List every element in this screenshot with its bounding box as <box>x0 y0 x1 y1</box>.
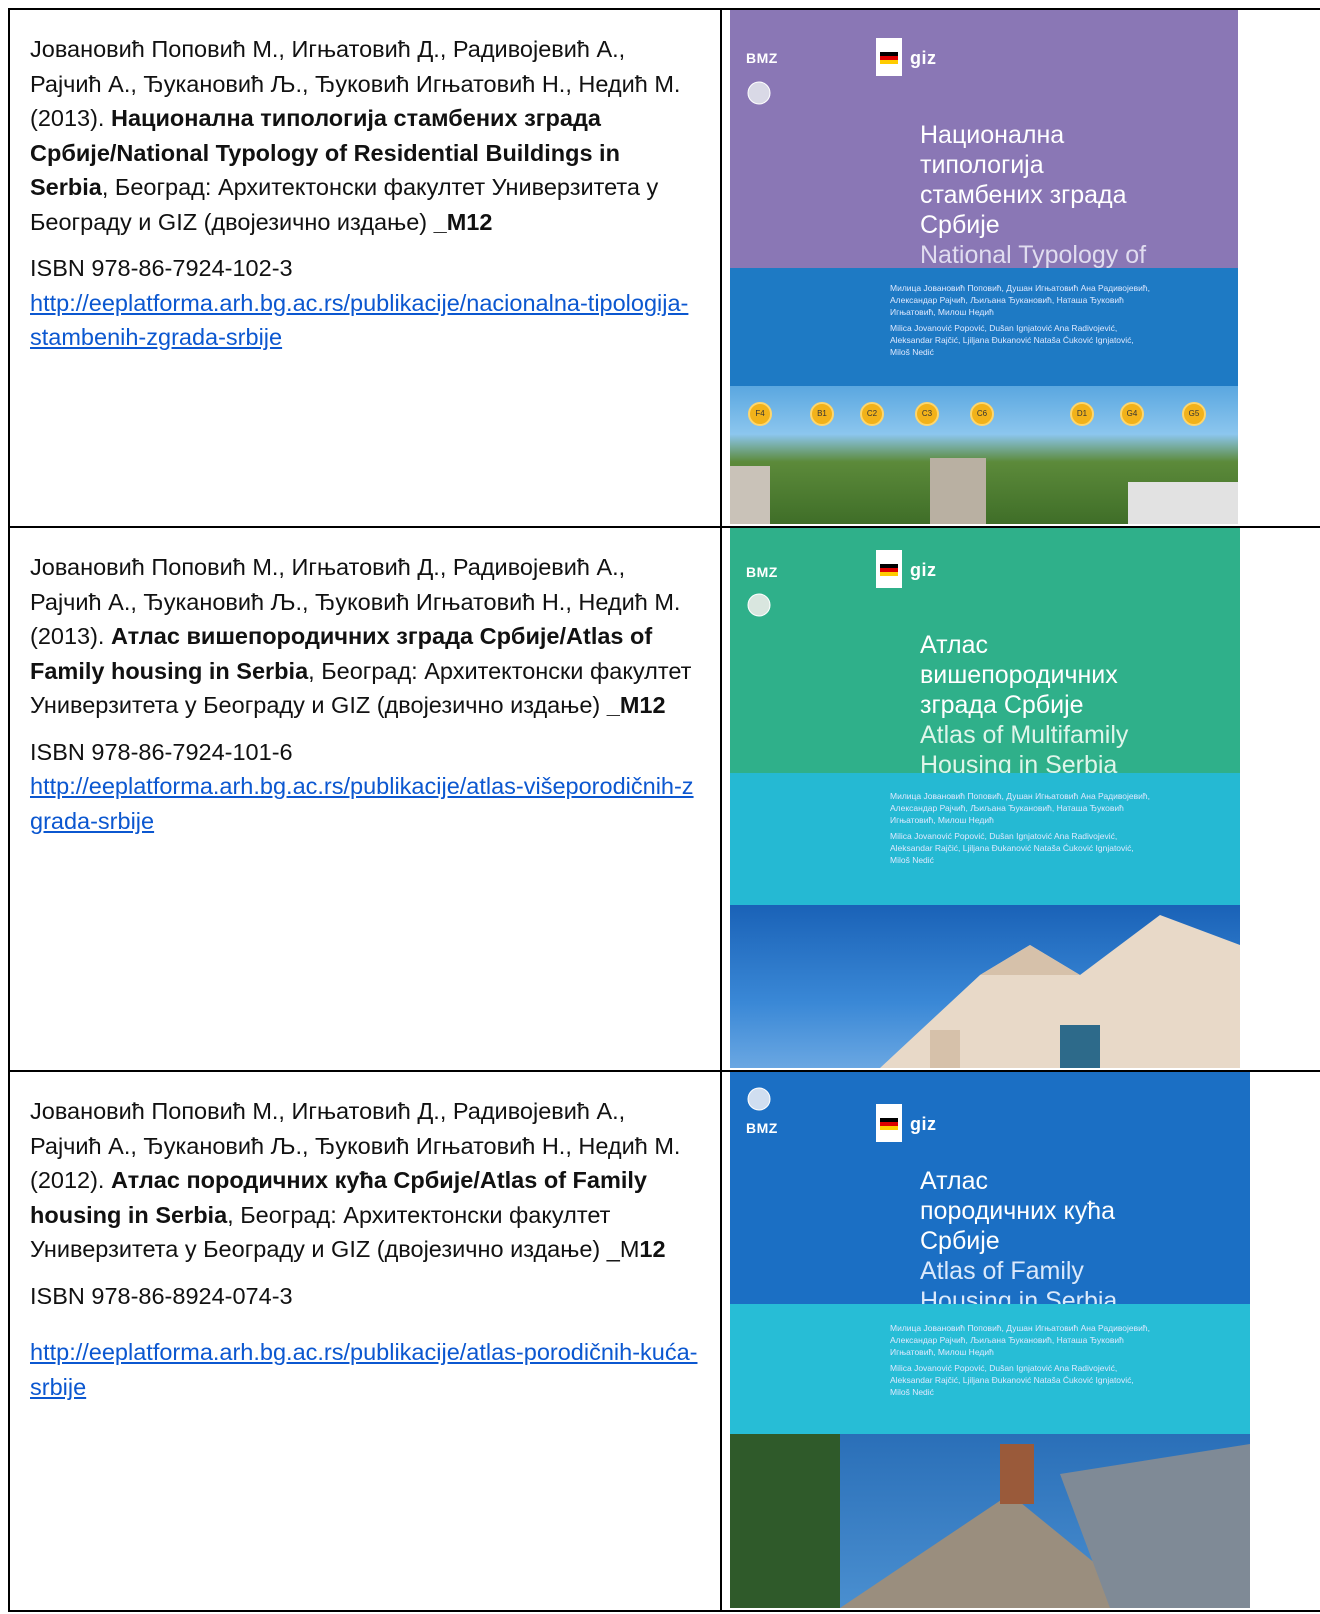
giz-logo: giz <box>910 560 937 580</box>
marker-c6: C6 <box>970 402 994 426</box>
cover-title-sr: Атлас породичних кућа Србије <box>920 1167 1116 1255</box>
cover-authors: Милица Јовановић Поповић, Душан Игњатови… <box>890 282 1150 358</box>
publisher-logos: BMZ giz <box>746 542 1230 617</box>
marker-d1: D1 <box>1070 402 1094 426</box>
table-row: Јовановић Поповић М., Игњатовић Д., Ради… <box>8 1070 1320 1612</box>
cover-title-en: Atlas of Multifamily Housing in Serbia <box>920 721 1129 779</box>
cover-authors: Милица Јовановић Поповић, Душан Игњатови… <box>890 790 1150 866</box>
book-cover: BMZ giz Национална типологија стамбених … <box>730 10 1238 524</box>
isbn: ISBN 978-86-7924-102-3 <box>30 255 293 281</box>
publisher: , Београд: Архитектонски факултет Универ… <box>30 174 659 235</box>
marker-b1: B1 <box>810 402 834 426</box>
book-cover: BMZ giz Атлас вишепородичних зграда Срби… <box>730 528 1240 1068</box>
category-code: _M12 <box>433 208 493 235</box>
bmz-logo: BMZ <box>746 564 778 580</box>
right-building <box>1128 482 1238 524</box>
giz-logo: giz <box>910 48 937 68</box>
cover-title: Атлас породичних кућа Србије Atlas of Fa… <box>920 1166 1120 1316</box>
cover-cell: BMZ giz Атлас породичних кућа Србије Atl… <box>720 1070 1320 1612</box>
cover-authors: Милица Јовановић Поповић, Душан Игњатови… <box>890 1322 1150 1398</box>
marker-c2: C2 <box>860 402 884 426</box>
publication-link[interactable]: http://eeplatforma.arh.bg.ac.rs/publikac… <box>30 773 694 834</box>
cover-authors-lat: Milica Jovanović Popović, Dušan Ignjatov… <box>890 323 1134 357</box>
flag-icon <box>876 38 902 76</box>
table-row: Јовановић Поповић М., Игњатовић Д., Ради… <box>8 526 1320 1072</box>
category-prefix: _M <box>606 1236 640 1262</box>
cover-title-sr: Национална типологија стамбених зграда С… <box>920 121 1127 239</box>
apartment-tower <box>930 458 986 524</box>
cover-cell: BMZ giz Национална типологија стамбених … <box>720 8 1320 528</box>
cover-authors-lat: Milica Jovanović Popović, Dušan Ignjatov… <box>890 1363 1134 1397</box>
publisher-logos: BMZ giz <box>746 24 1228 105</box>
publication-link[interactable]: http://eeplatforma.arh.bg.ac.rs/publikac… <box>30 290 688 351</box>
cover-title: Атлас вишепородичних зграда Србије Atlas… <box>920 630 1170 780</box>
table-row: Јовановић Поповић М., Игњатовић Д., Ради… <box>8 8 1320 528</box>
citation-text: Јовановић Поповић М., Игњатовић Д., Ради… <box>30 1094 700 1267</box>
cover-authors-sr: Милица Јовановић Поповић, Душан Игњатови… <box>890 283 1150 317</box>
seal-icon <box>747 1087 771 1111</box>
left-building <box>730 466 770 524</box>
citation-text: Јовановић Поповић М., Игњатовић Д., Ради… <box>30 32 700 239</box>
cover-authors-lat: Milica Jovanović Popović, Dušan Ignjatov… <box>890 831 1134 865</box>
seal-icon <box>747 593 771 617</box>
book-cover: BMZ giz Атлас породичних кућа Србије Atl… <box>730 1072 1250 1608</box>
bmz-logo: BMZ <box>746 1120 778 1136</box>
publications-table: Јовановић Поповић М., Игњатовић Д., Ради… <box>8 8 1320 1612</box>
bmz-logo: BMZ <box>746 50 778 66</box>
flag-icon <box>876 550 902 588</box>
isbn: ISBN 978-86-8924-074-3 <box>30 1282 293 1309</box>
citation-cell: Јовановић Поповић М., Игњатовић Д., Ради… <box>8 8 722 528</box>
cover-authors-sr: Милица Јовановић Поповић, Душан Игњатови… <box>890 791 1150 825</box>
isbn: ISBN 978-86-7924-101-6 <box>30 738 293 765</box>
flag-icon <box>876 1104 902 1142</box>
marker-f4: F4 <box>748 402 772 426</box>
seal-icon <box>747 81 771 105</box>
marker-c3: C3 <box>915 402 939 426</box>
cover-photo-facade <box>730 905 1240 1068</box>
house-illustration <box>730 1434 1250 1608</box>
citation-cell: Јовановић Поповић М., Игњатовић Д., Ради… <box>8 1070 722 1612</box>
category-code: _M12 <box>606 692 666 718</box>
publication-link[interactable]: http://eeplatforma.arh.bg.ac.rs/publikac… <box>30 1339 697 1400</box>
facade-illustration <box>880 915 1240 1068</box>
marker-g4: G4 <box>1120 402 1144 426</box>
citation-cell: Јовановић Поповић М., Игњатовић Д., Ради… <box>8 526 722 1072</box>
publisher-logos: BMZ giz <box>746 1086 1240 1156</box>
cover-cell: BMZ giz Атлас вишепородичних зграда Срби… <box>720 526 1320 1072</box>
citation-text: Јовановић Поповић М., Игњатовић Д., Ради… <box>30 550 700 723</box>
marker-g5: G5 <box>1182 402 1206 426</box>
cover-authors-sr: Милица Јовановић Поповић, Душан Игњатови… <box>890 1323 1150 1357</box>
giz-logo: giz <box>910 1114 937 1134</box>
category-number: 12 <box>639 1236 666 1262</box>
cover-title-sr: Атлас вишепородичних зграда Србије <box>920 631 1118 719</box>
cover-photo-house <box>730 1434 1250 1608</box>
